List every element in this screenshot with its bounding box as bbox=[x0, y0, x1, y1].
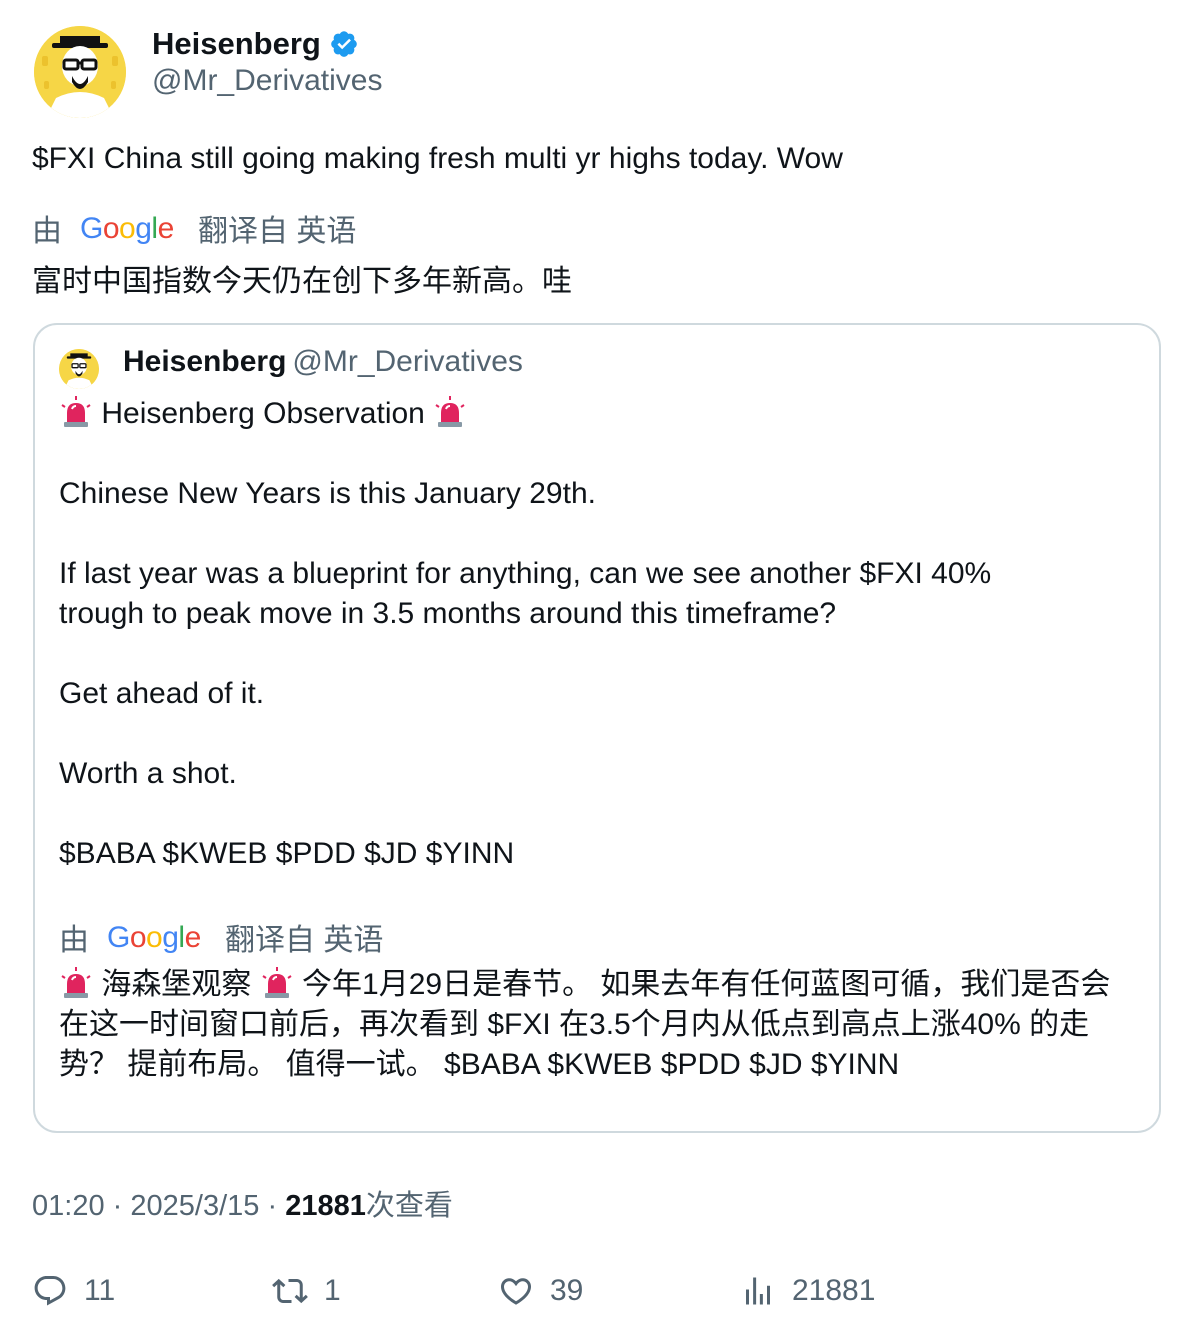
tweet-text: $FXI China still going making fresh mult… bbox=[32, 142, 843, 175]
tweet-meta: 01:20 · 2025/3/15 · 21881次查看 bbox=[32, 1182, 453, 1224]
tweet-actions: 11 1 39 21881 bbox=[32, 1266, 1162, 1316]
translate-from[interactable]: 翻译自 英语 bbox=[198, 206, 356, 250]
quote-title-line: Heisenberg Observation bbox=[59, 395, 467, 431]
quote-title: Heisenberg Observation bbox=[101, 397, 425, 430]
translate-by: 由 bbox=[32, 215, 62, 248]
reply-count: 11 bbox=[84, 1274, 116, 1307]
alarm-icon bbox=[435, 396, 465, 427]
translate-attribution: 由 Google 翻译自 英语 bbox=[32, 208, 356, 248]
google-logo: Google bbox=[80, 211, 178, 245]
translated-text: 富时中国指数今天仍在创下多年新高。哇 bbox=[32, 265, 572, 298]
quote-translate-by: 由 bbox=[59, 924, 89, 957]
view-count-label: 次查看 bbox=[365, 1190, 453, 1222]
tweet-header: Heisenberg @Mr_Derivatives bbox=[34, 24, 1134, 124]
svg-text:Google: Google bbox=[107, 921, 201, 954]
author-handle[interactable]: @Mr_Derivatives bbox=[152, 64, 383, 98]
alarm-icon bbox=[61, 396, 91, 427]
quote-translate-attribution: 由 Google 翻译自 英语 bbox=[59, 917, 383, 957]
quote-line-2: If last year was a blueprint for anythin… bbox=[59, 557, 992, 590]
svg-text:Google: Google bbox=[80, 212, 174, 245]
tweet-date[interactable]: 2025/3/15 bbox=[130, 1190, 259, 1222]
quote-line-4: Get ahead of it. bbox=[59, 677, 265, 710]
google-logo: Google bbox=[107, 920, 205, 954]
google-logo-svg: Google bbox=[107, 921, 201, 954]
verified-badge-icon bbox=[331, 31, 357, 57]
alarm-icon bbox=[61, 967, 91, 998]
meta-separator: · bbox=[267, 1190, 278, 1222]
author-name[interactable]: Heisenberg bbox=[152, 26, 321, 62]
views-count: 21881 bbox=[792, 1274, 876, 1307]
views-button[interactable]: 21881 bbox=[740, 1266, 875, 1316]
quote-author-handle: @Mr_Derivatives bbox=[292, 345, 523, 378]
quote-translated-title: 海森堡观察 bbox=[101, 968, 252, 1001]
view-count: 21881 bbox=[285, 1190, 366, 1222]
quote-line-6: $BABA $KWEB $PDD $JD $YINN bbox=[59, 837, 515, 870]
quote-author-name: Heisenberg bbox=[123, 345, 287, 378]
quote-author: Heisenberg @Mr_Derivatives bbox=[123, 345, 523, 379]
tweet-time[interactable]: 01:20 bbox=[32, 1190, 105, 1222]
quoted-tweet[interactable]: Heisenberg @Mr_Derivatives Heisenberg Obs… bbox=[33, 323, 1161, 1133]
quote-line-1: Chinese New Years is this January 29th. bbox=[59, 477, 596, 510]
quote-translate-from[interactable]: 翻译自 英语 bbox=[225, 915, 383, 959]
views-icon bbox=[746, 1277, 770, 1305]
quote-line-3: trough to peak move in 3.5 months around… bbox=[59, 597, 837, 630]
author-name-row: Heisenberg bbox=[152, 24, 359, 64]
meta-separator: · bbox=[112, 1190, 123, 1222]
reply-icon bbox=[34, 1276, 66, 1306]
like-count: 39 bbox=[550, 1274, 584, 1307]
repost-count: 1 bbox=[324, 1274, 341, 1307]
quote-avatar[interactable] bbox=[59, 349, 99, 389]
repost-icon bbox=[272, 1278, 308, 1304]
like-icon bbox=[500, 1278, 532, 1305]
like-button[interactable]: 39 bbox=[498, 1266, 583, 1316]
google-logo-svg: Google bbox=[80, 212, 174, 245]
alarm-icon bbox=[262, 967, 292, 998]
quote-translated-text: 海森堡观察 今年1月29日是春节。 如果去年有任何蓝图可循，我们是否会在这一时间… bbox=[59, 965, 1139, 1085]
repost-button[interactable]: 1 bbox=[272, 1266, 341, 1316]
reply-button[interactable]: 11 bbox=[32, 1266, 115, 1316]
avatar[interactable] bbox=[34, 26, 126, 118]
quote-line-5: Worth a shot. bbox=[59, 757, 237, 790]
